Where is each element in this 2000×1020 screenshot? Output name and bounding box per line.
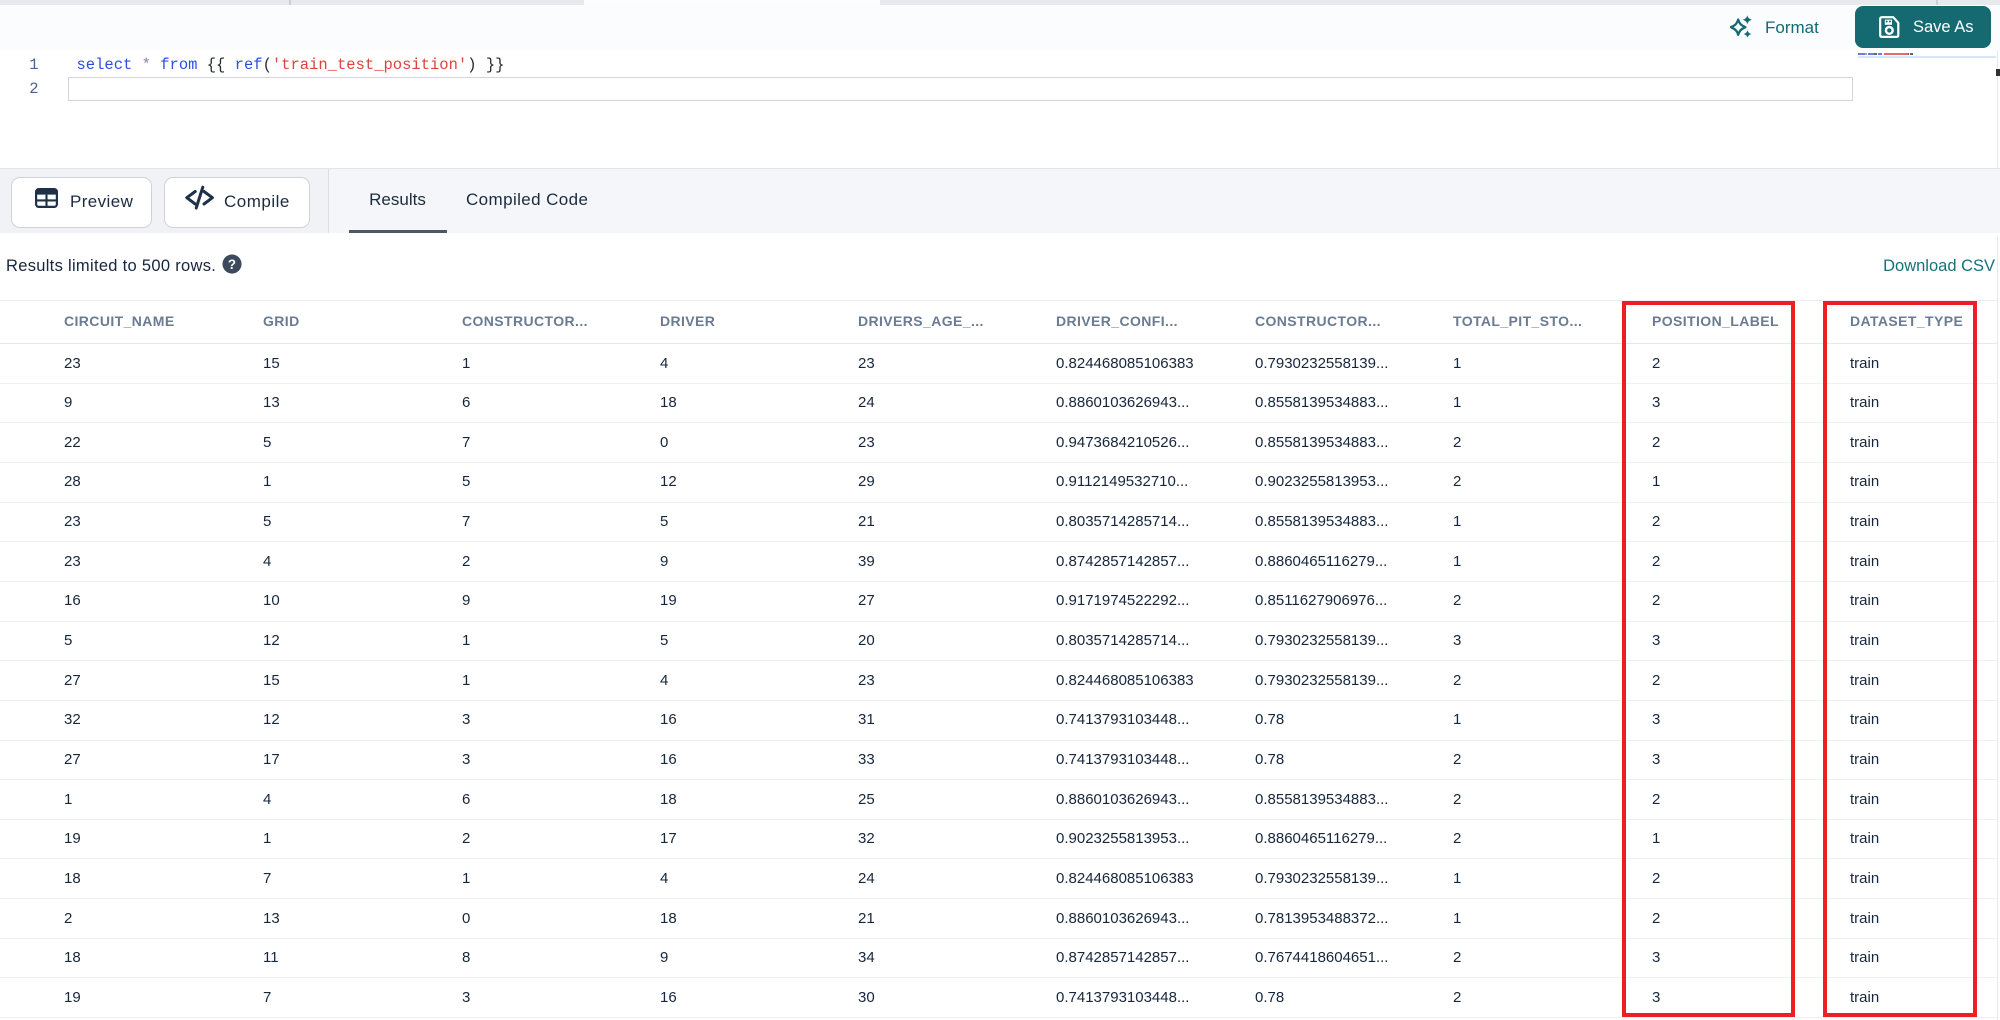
svg-text:?: ? xyxy=(228,257,236,272)
